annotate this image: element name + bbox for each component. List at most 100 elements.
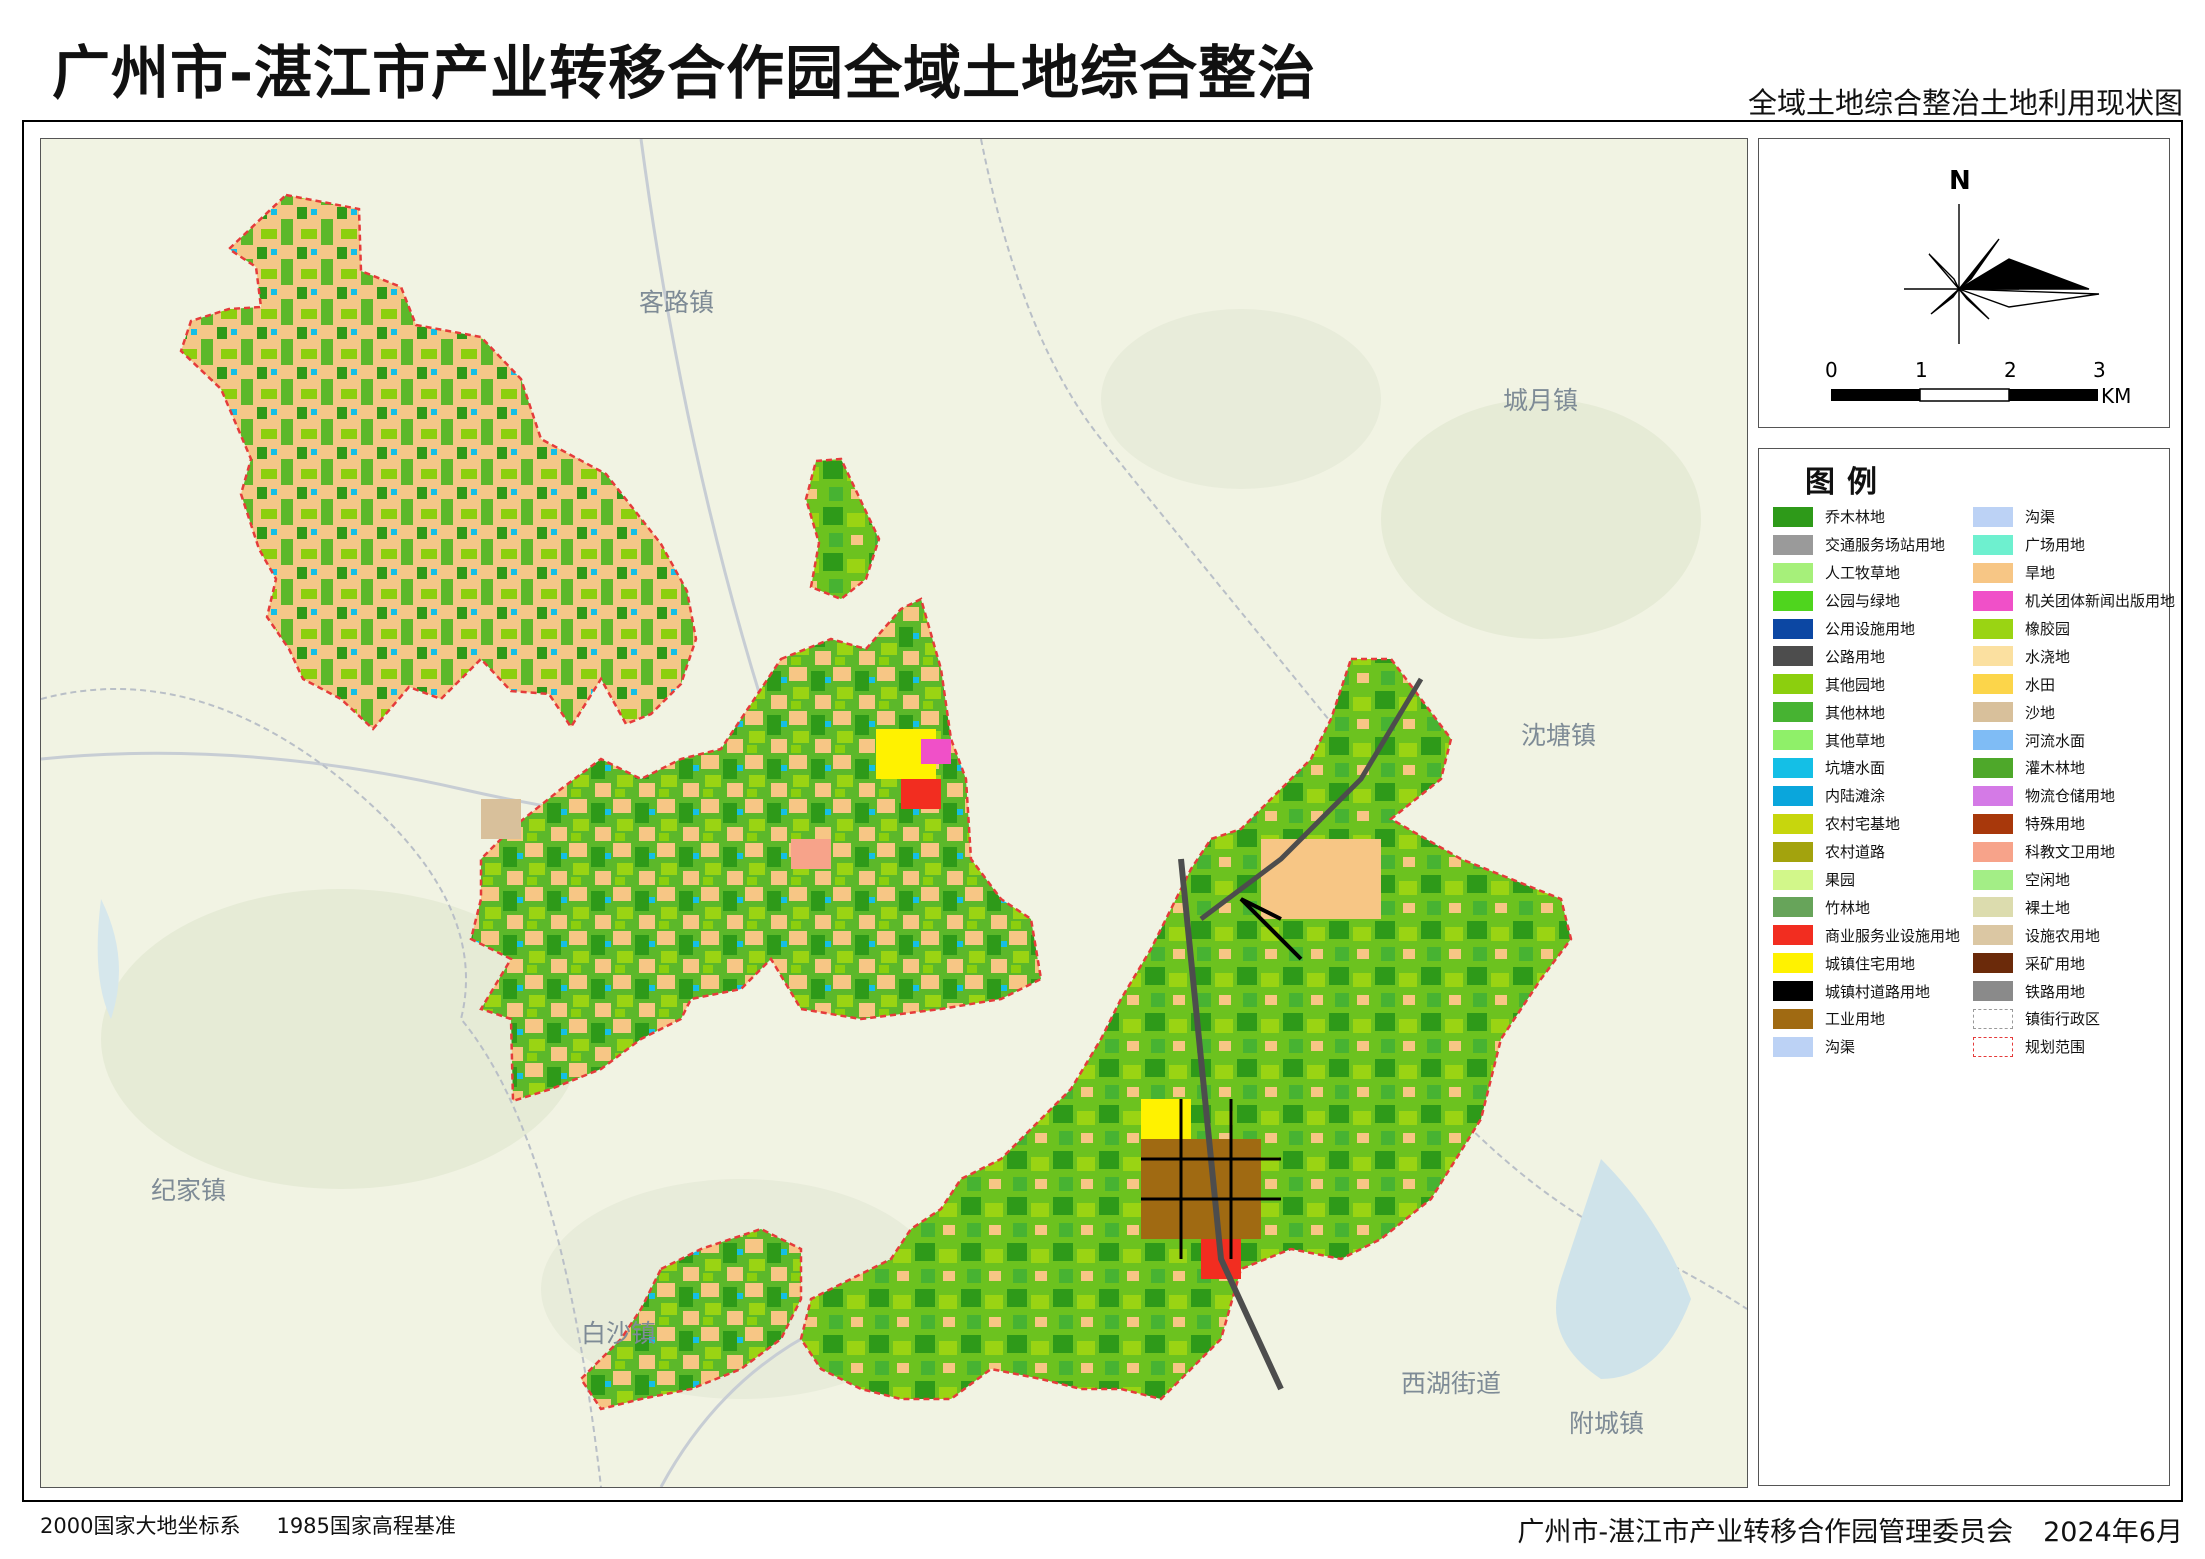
legend-swatch: [1973, 897, 2013, 918]
svg-text:KM: KM: [2101, 384, 2131, 408]
legend-swatch: [1773, 590, 1813, 611]
legend-label: 城镇住宅用地: [1825, 954, 1916, 973]
legend-label: 竹林地: [1825, 898, 1871, 917]
legend-item: 设施农用地: [1973, 921, 2175, 949]
legend-item: 河流水面: [1973, 726, 2175, 754]
legend-swatch: [1773, 981, 1813, 1002]
legend-title: 图例: [1805, 465, 1889, 500]
legend-swatch: [1773, 702, 1813, 723]
legend-swatch: [1773, 897, 1813, 918]
legend-item: 空闲地: [1973, 866, 2175, 894]
legend-item: 城镇住宅用地: [1773, 949, 1960, 977]
legend-label: 设施农用地: [2025, 926, 2101, 945]
legend-swatch: [1773, 506, 1813, 527]
legend-label: 机关团体新闻出版用地: [2025, 592, 2176, 611]
legend-swatch: [1773, 534, 1813, 555]
legend-swatch: [1973, 869, 2013, 890]
footer-right: 广州市-湛江市产业转移合作园管理委员会 2024年6月: [1487, 1510, 2183, 1549]
legend-label: 裸土地: [2025, 898, 2071, 917]
legend-item: 果园: [1773, 866, 1960, 894]
legend-item: 采矿用地: [1973, 949, 2175, 977]
legend-item: 旱地: [1973, 559, 2175, 587]
publish-date: 2024年6月: [2043, 1517, 2183, 1548]
legend-swatch: [1773, 813, 1813, 834]
legend-item: 镇街行政区: [1973, 1005, 2175, 1033]
zone-north-strip[interactable]: [804, 457, 881, 601]
legend-label: 人工牧草地: [1825, 564, 1901, 583]
legend-label: 内陆滩涂: [1825, 787, 1886, 806]
town-label: 城月镇: [1503, 386, 1578, 415]
legend-label: 特殊用地: [2025, 815, 2086, 834]
legend-label: 公用设施用地: [1825, 620, 1916, 638]
town-label: 纪家镇: [151, 1176, 226, 1205]
legend-item: 沟渠: [1773, 1033, 1960, 1061]
legend-item: 商业服务业设施用地: [1773, 921, 1960, 949]
legend-panel: 图例 乔木林地 交通服务场站用地 人工牧草地 公园与绿地 公用设施用地 公路用地 其他园地其…: [1758, 448, 2175, 1486]
legend-swatch: [1773, 869, 1813, 890]
legend-swatch: [1773, 841, 1813, 862]
industrial-block: [1141, 1139, 1261, 1239]
legend-swatch: [1973, 1036, 2013, 1057]
legend-swatch: [1973, 646, 2013, 667]
legend-swatch: [1973, 813, 2013, 834]
legend-swatch: [1773, 1036, 1813, 1057]
legend-item: 城镇村道路用地: [1773, 977, 1960, 1005]
footer-left: 2000国家大地坐标系 1985国家高程基准: [40, 1510, 492, 1540]
legend-item: 人工牧草地: [1773, 559, 1960, 587]
legend-item: 广场用地: [1973, 531, 2175, 559]
legend-swatch: [1773, 618, 1813, 639]
legend-label: 沟渠: [2025, 508, 2056, 527]
legend-label: 水田: [2025, 675, 2056, 694]
town-label: 西湖街道: [1401, 1369, 1501, 1398]
legend-item: 其他林地: [1773, 698, 1960, 726]
organization-name: 广州市-湛江市产业转移合作园管理委员会: [1517, 1517, 2014, 1548]
legend-swatch: [1973, 702, 2013, 723]
legend-swatch: [1973, 953, 2013, 974]
legend-swatch: [1773, 646, 1813, 667]
town-label: 客路镇: [639, 288, 714, 317]
residential-block-south: [1141, 1099, 1191, 1139]
legend-column-2: 沟渠 广场用地 旱地 机关团体新闻出版用地 橡胶园 水浇地 水田 沙地 河流水面 灌木林地 物流仓储…: [1973, 503, 2175, 1061]
legend-item: 农村宅基地: [1773, 810, 1960, 838]
north-arrow-panel: N 0 1 2 3 KM: [1758, 138, 2170, 428]
legend-label: 乔木林地: [1825, 508, 1886, 527]
legend-swatch: [1773, 1008, 1813, 1029]
legend-item: 其他草地: [1773, 726, 1960, 754]
map-subtitle: 全域土地综合整治土地利用现状图: [1747, 86, 2183, 120]
map-svg: 客路镇 城月镇 沈塘镇 纪家镇 白沙镇 西湖街道 附城镇: [41, 139, 1747, 1487]
legend-swatch: [1773, 953, 1813, 974]
legend-item: 橡胶园: [1973, 615, 2175, 643]
legend-label: 其他园地: [1825, 675, 1886, 694]
legend-swatch: [1973, 506, 2013, 527]
legend-item: 机关团体新闻出版用地: [1973, 587, 2175, 615]
scale-bar: 0 1 2 3 KM: [1825, 358, 2131, 408]
legend-item: 公园与绿地: [1773, 587, 1960, 615]
legend-label: 沙地: [2025, 703, 2056, 722]
legend-column-1: 乔木林地 交通服务场站用地 人工牧草地 公园与绿地 公用设施用地 公路用地 其他园地 其他林地…: [1773, 503, 1960, 1061]
legend-label: 河流水面: [2025, 731, 2086, 750]
legend-label: 空闲地: [2025, 871, 2071, 890]
legend-swatch: [1773, 785, 1813, 806]
legend-label: 灌木林地: [2025, 759, 2086, 778]
legend-swatch: [1973, 841, 2013, 862]
zone-northwest[interactable]: [179, 193, 698, 731]
legend-swatch: [1973, 534, 2013, 555]
legend-label: 科教文卫用地: [2025, 843, 2116, 862]
legend-label: 镇街行政区: [2025, 1010, 2101, 1029]
svg-text:0: 0: [1825, 358, 1838, 382]
legend-item: 灌木林地: [1973, 754, 2175, 782]
legend-swatch: [1973, 674, 2013, 695]
legend-item: 乔木林地: [1773, 503, 1960, 531]
sand-block: [481, 799, 521, 839]
legend-label: 公园与绿地: [1825, 592, 1901, 611]
legend-label: 交通服务场站用地: [1825, 536, 1946, 555]
elevation-datum: 1985国家高程基准: [276, 1514, 456, 1538]
map-canvas[interactable]: 客路镇 城月镇 沈塘镇 纪家镇 白沙镇 西湖街道 附城镇: [40, 138, 1748, 1488]
legend-item: 沙地: [1973, 698, 2175, 726]
legend-item: 公用设施用地: [1773, 615, 1960, 643]
legend-label: 其他林地: [1825, 703, 1886, 722]
legend-label: 其他草地: [1825, 731, 1886, 750]
legend-item: 交通服务场站用地: [1773, 531, 1960, 559]
legend-label: 农村道路: [1825, 843, 1886, 862]
legend-swatch: [1973, 1008, 2013, 1029]
